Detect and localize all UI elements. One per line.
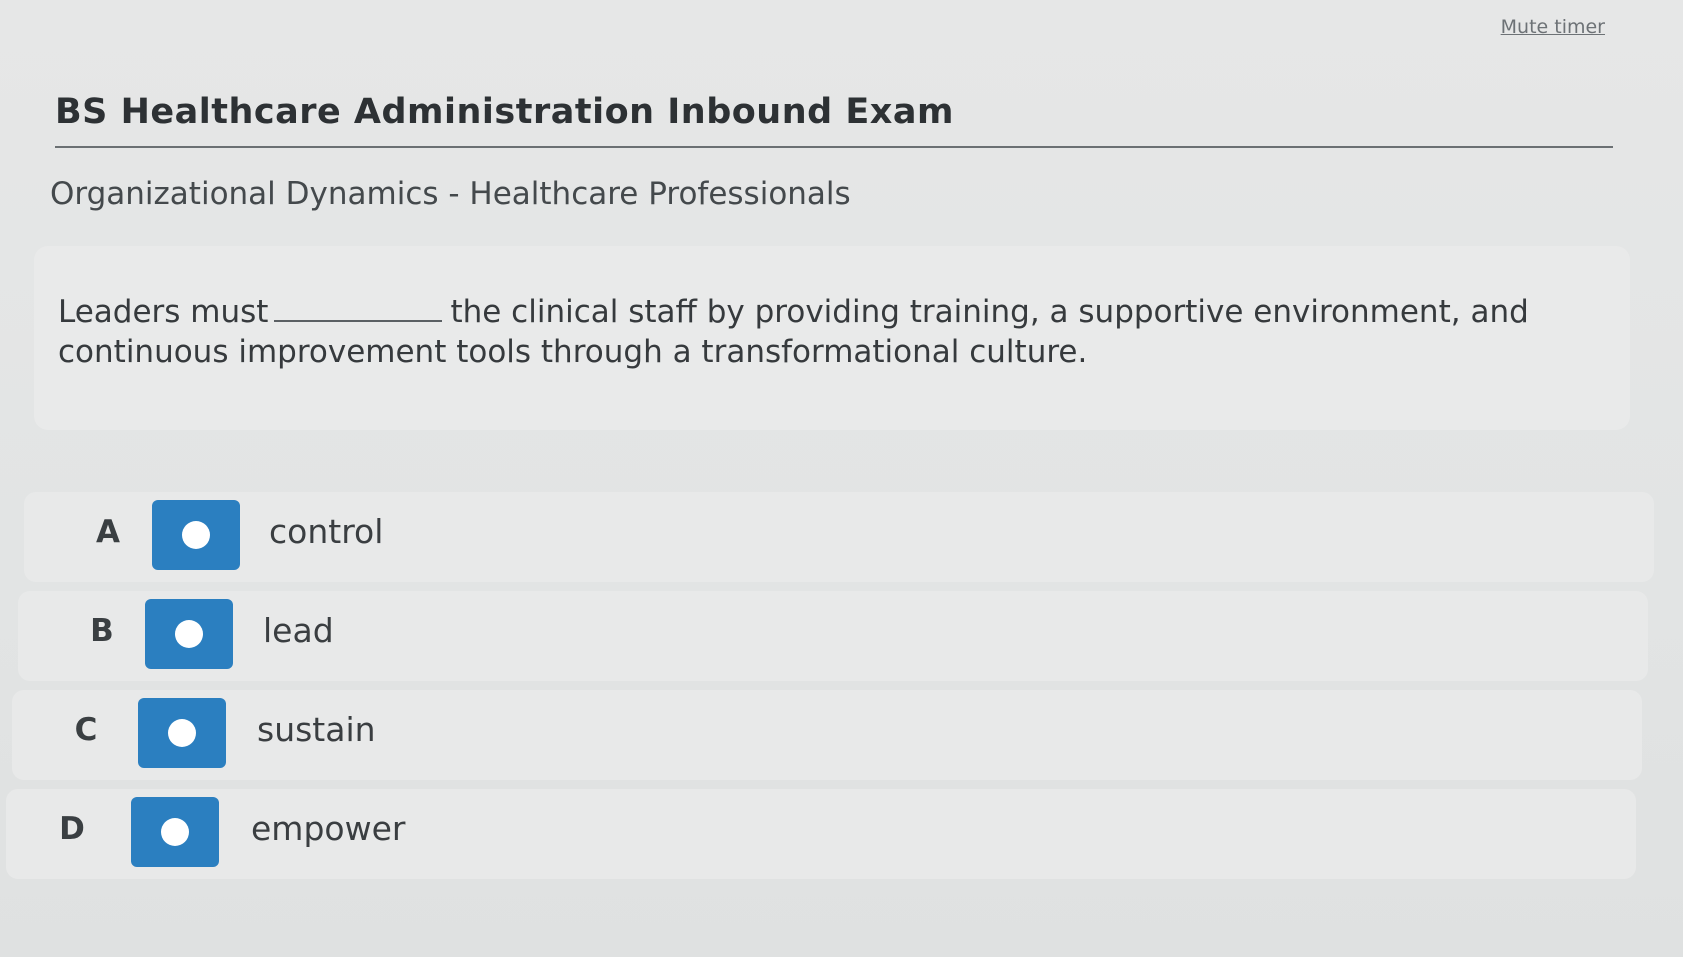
option-d-radio[interactable]	[131, 797, 219, 867]
option-a[interactable]: A control	[24, 492, 1654, 582]
mute-timer-link[interactable]: Mute timer	[1501, 16, 1605, 38]
option-letter: B	[90, 613, 114, 649]
option-b-radio[interactable]	[145, 599, 233, 669]
radio-circle-icon	[182, 521, 210, 549]
option-label: empower	[251, 809, 406, 848]
fill-in-blank	[274, 294, 443, 322]
title-divider	[55, 146, 1613, 148]
option-label: sustain	[257, 710, 376, 749]
option-label: lead	[263, 611, 334, 650]
option-d[interactable]: D empower	[6, 789, 1636, 879]
option-letter: A	[96, 514, 120, 550]
section-title: Organizational Dynamics - Healthcare Pro…	[50, 176, 851, 212]
option-c-radio[interactable]	[138, 698, 226, 768]
question-panel: Leaders must the clinical staff by provid…	[34, 246, 1630, 430]
option-label: control	[269, 512, 384, 551]
option-c[interactable]: C sustain	[12, 690, 1642, 780]
option-letter: C	[74, 712, 98, 748]
question-text-before-blank: Leaders must	[58, 294, 269, 330]
option-a-radio[interactable]	[152, 500, 240, 570]
question-text: Leaders must the clinical staff by provid…	[58, 292, 1618, 372]
radio-circle-icon	[161, 818, 189, 846]
option-letter: D	[59, 811, 85, 847]
option-b[interactable]: B lead	[18, 591, 1648, 681]
radio-circle-icon	[168, 719, 196, 747]
exam-page: Mute timer BS Healthcare Administration …	[0, 0, 1683, 957]
radio-circle-icon	[175, 620, 203, 648]
page-title: BS Healthcare Administration Inbound Exa…	[55, 92, 954, 132]
